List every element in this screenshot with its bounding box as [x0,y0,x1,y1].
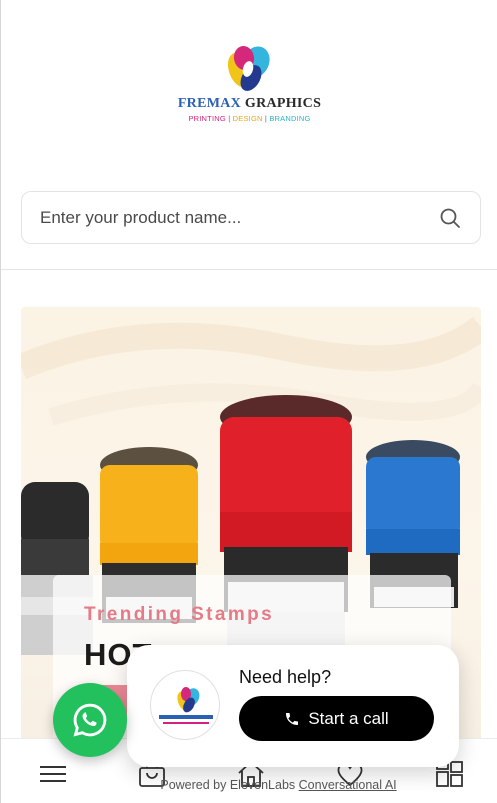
tagline-separator: | [228,114,231,123]
search-bar [21,191,481,244]
tagline-branding: BRANDING [269,114,311,123]
whatsapp-icon [73,703,107,737]
brand-logo-icon [227,46,270,91]
header-divider [1,269,497,270]
site-logo[interactable]: FREMAX GRAPHICS PRINTING | DESIGN | BRAN… [1,40,497,123]
brand-tagline: PRINTING | DESIGN | BRANDING [1,114,497,123]
brand-name: FREMAX GRAPHICS [1,96,497,112]
start-call-button[interactable]: Start a call [239,696,434,741]
help-title: Need help? [239,667,332,687]
tagline-design: DESIGN [232,114,263,123]
tagline-separator: | [264,114,268,123]
search-input[interactable] [40,192,420,243]
phone-icon [286,712,299,725]
brand-name-part1: FREMAX [177,96,242,111]
powered-by-text: Powered by ElevenLabs Conversational AI [1,778,497,792]
banner-subtitle: Trending Stamps [84,604,275,625]
start-call-label: Start a call [308,708,389,728]
agent-avatar [150,670,220,740]
tagline-printing: PRINTING [188,114,226,123]
search-icon[interactable] [438,206,462,230]
powered-by-prefix: Powered by ElevenLabs [160,778,296,792]
brand-name-part2: GRAPHICS [244,96,322,111]
voice-help-widget: Need help? Start a call [127,645,459,767]
whatsapp-button[interactable] [53,683,127,757]
brand-logo-icon [159,687,213,724]
powered-by-link[interactable]: Conversational AI [299,778,397,792]
